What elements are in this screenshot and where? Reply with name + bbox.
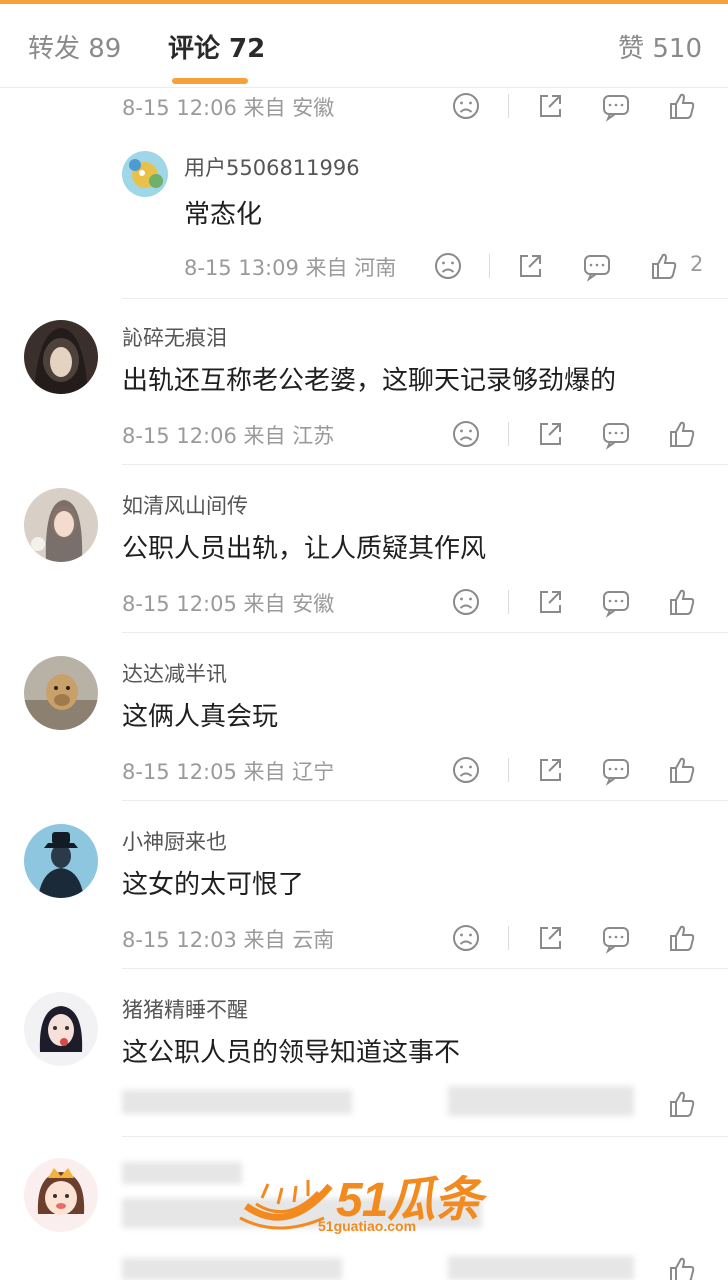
share-icon[interactable] [532,416,568,452]
share-icon[interactable] [532,88,568,124]
comment-text: 这公职人员的领导知道这事不 [122,1038,461,1068]
comment-username[interactable]: 如清风山间传 [122,490,248,520]
separator [508,422,509,446]
separator [508,758,509,782]
active-tab-indicator [172,78,248,84]
comment-icon[interactable] [598,416,634,452]
comment-icon[interactable] [598,920,634,956]
thumbs-up-icon[interactable] [664,584,700,620]
sad-face-icon[interactable] [448,88,484,124]
avatar[interactable] [24,1158,98,1232]
comment-icon[interactable] [598,752,634,788]
comment-meta: 8-15 12:03 来自 云南 [122,928,335,952]
avatar[interactable] [24,992,98,1066]
comment-icon[interactable] [598,88,634,124]
watermark-site: 51guatiao.com [318,1218,417,1234]
comment-meta: 8-15 12:05 来自 安徽 [122,592,335,616]
reply-actions: 8-15 13:09 来自 河南 2 [0,246,728,286]
comment-text: 出轨还互称老公老婆，这聊天记录够劲爆的 [122,366,617,396]
reply-meta: 8-15 13:09 来自 河南 [184,256,397,280]
tab-likes[interactable]: 赞 510 [618,28,702,65]
sad-face-icon[interactable] [448,584,484,620]
blurred-meta [122,1258,342,1280]
comment-actions: 8-15 12:05 来自 安徽 [0,582,728,622]
tab-comments[interactable]: 评论 72 [168,28,265,65]
comment-item: 訫碎无痕泪 出轨还互称老公老婆，这聊天记录够劲爆的 8-15 12:06 来自 … [0,298,728,466]
share-icon[interactable] [532,752,568,788]
blurred-actions [448,1086,634,1116]
separator [489,254,490,278]
comment-item: 小神厨来也 这女的太可恨了 8-15 12:03 来自 云南 [0,802,728,970]
sad-face-icon[interactable] [448,752,484,788]
avatar[interactable] [24,824,98,898]
comment-actions: 8-15 12:03 来自 云南 [0,918,728,958]
comment-username[interactable]: 小神厨来也 [122,826,227,856]
watermark-logo: 51瓜条 51guatiao.com [238,1160,498,1240]
reply-text: 常态化 [184,200,263,230]
comment-meta: 8-15 12:05 来自 辽宁 [122,760,335,784]
share-icon[interactable] [532,584,568,620]
tab-bar: 转发 89 评论 72 赞 510 [0,4,728,88]
sad-face-icon[interactable] [430,248,466,284]
blurred-meta [122,1090,352,1114]
divider [122,800,728,801]
comment-actions: 8-15 12:06 来自 江苏 [0,414,728,454]
comment-item: 达达减半讯 这俩人真会玩 8-15 12:05 来自 辽宁 [0,634,728,802]
avatar[interactable] [24,488,98,562]
separator [508,590,509,614]
reply-username[interactable]: 用户5506811996 [184,152,360,182]
separator [508,926,509,950]
divider [122,968,728,969]
thumbs-up-icon[interactable] [664,88,700,124]
separator [508,94,509,118]
thumbs-up-icon[interactable] [664,1252,700,1280]
sad-face-icon[interactable] [448,416,484,452]
divider [122,464,728,465]
comment-actions: 8-15 12:05 来自 辽宁 [0,750,728,790]
sad-face-icon[interactable] [448,920,484,956]
comment-text: 公职人员出轨，让人质疑其作风 [122,534,487,564]
tab-repost[interactable]: 转发 89 [28,28,121,65]
comment-username[interactable]: 猪猪精睡不醒 [122,994,248,1024]
comment-icon[interactable] [579,248,615,284]
comment-meta: 8-15 12:06 来自 江苏 [122,424,335,448]
blurred-actions [448,1256,634,1280]
comment-meta: 8-15 12:06 来自 安徽 [122,96,335,120]
thumbs-up-icon[interactable] [664,752,700,788]
comment-username[interactable]: 訫碎无痕泪 [122,322,227,352]
thumbs-up-icon[interactable] [664,416,700,452]
avatar[interactable] [24,320,98,394]
thumbs-up-icon[interactable] [646,248,682,284]
comment-icon[interactable] [598,584,634,620]
thumbs-up-icon[interactable] [664,920,700,956]
comment-text: 这女的太可恨了 [122,870,305,900]
comment-item: 如清风山间传 公职人员出轨，让人质疑其作风 8-15 12:05 来自 安徽 [0,466,728,634]
share-icon[interactable] [512,248,548,284]
like-count: 2 [690,252,704,276]
avatar[interactable] [24,656,98,730]
blurred-username [122,1162,242,1184]
comment-username[interactable]: 达达减半讯 [122,658,227,688]
share-icon[interactable] [532,920,568,956]
comment-item: 猪猪精睡不醒 这公职人员的领导知道这事不 [0,970,728,1140]
comment-actions: 8-15 12:06 来自 安徽 [0,86,728,126]
comment-text: 这俩人真会玩 [122,702,279,732]
divider [122,632,728,633]
divider [122,1136,728,1137]
thumbs-up-icon[interactable] [664,1086,700,1122]
avatar[interactable] [122,151,168,197]
